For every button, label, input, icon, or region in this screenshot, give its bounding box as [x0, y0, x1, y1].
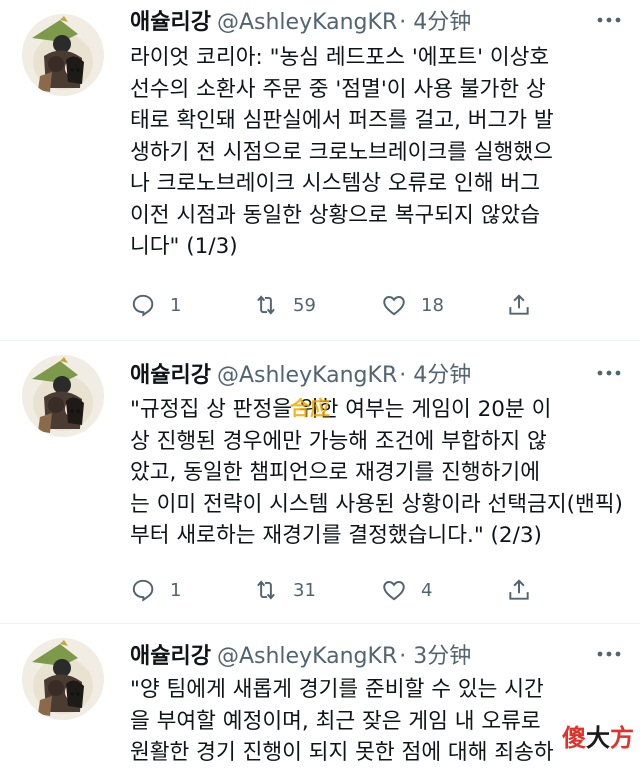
user-handle[interactable]: @AshleyKangKR	[217, 644, 397, 669]
like-button[interactable]: 18	[381, 288, 444, 322]
like-icon	[383, 581, 405, 601]
like-count: 4	[421, 579, 433, 601]
watermark-logo: 傻大方	[562, 718, 634, 753]
reply-icon	[132, 294, 154, 317]
retweet-button[interactable]: 59	[253, 288, 316, 322]
avatar[interactable]	[22, 638, 104, 720]
user-handle[interactable]: @AshleyKangKR	[217, 10, 397, 35]
more-icon[interactable]	[596, 644, 622, 669]
tweet-header: 애슐리강 @AshleyKangKR· 3分钟	[130, 640, 471, 674]
watermark-char: 傻	[562, 723, 586, 752]
tweet-3[interactable]: 애슐리강 @AshleyKangKR· 3分钟 "양 팀에게 새롭게 경기를 준비…	[0, 624, 640, 767]
retweet-count: 31	[293, 579, 316, 601]
reply-count: 1	[170, 579, 182, 601]
like-icon	[383, 296, 405, 316]
like-count: 18	[421, 294, 444, 316]
tweet-text: "규정집 상 판정을 위한 여부는 게임이 20분 이 상 진행된 경우에만 가…	[130, 397, 623, 548]
tweet-header: 애슐리강 @AshleyKangKR· 4分钟	[130, 6, 471, 40]
reply-button[interactable]: 1	[130, 573, 181, 607]
display-name[interactable]: 애슐리강	[130, 363, 211, 388]
timestamp[interactable]: · 3分钟	[399, 644, 471, 669]
reply-icon	[132, 579, 154, 602]
tweet-actions: 1 31 4	[130, 573, 530, 607]
reply-button[interactable]: 1	[130, 288, 181, 322]
tweet-2[interactable]: 애슐리강 @AshleyKangKR· 4分钟 "규정집 상 판정을 위한 여부는…	[0, 341, 640, 623]
retweet-icon	[257, 295, 275, 315]
watermark-char: 方	[610, 723, 634, 752]
tweet-text: "양 팀에게 새롭게 경기를 준비할 수 있는 시간 을 부여할 예정이며, 최…	[130, 677, 554, 765]
share-button[interactable]	[506, 288, 546, 322]
avatar[interactable]	[22, 355, 104, 437]
retweet-icon	[257, 580, 275, 600]
share-button[interactable]	[506, 573, 546, 607]
reply-count: 1	[170, 294, 182, 316]
overlay-mark: 合应	[290, 396, 330, 420]
watermark-char: 大	[586, 723, 610, 752]
like-button[interactable]: 4	[381, 573, 432, 607]
timestamp[interactable]: · 4分钟	[399, 363, 471, 388]
timestamp[interactable]: · 4分钟	[399, 10, 471, 35]
retweet-button[interactable]: 31	[253, 573, 316, 607]
tweet-1[interactable]: 애슐리강 @AshleyKangKR· 4分钟 라이엇 코리아: "농심 레드포스…	[0, 0, 640, 340]
display-name[interactable]: 애슐리강	[130, 10, 211, 35]
share-icon	[509, 579, 529, 600]
avatar[interactable]	[22, 14, 104, 96]
share-icon	[509, 294, 529, 315]
user-handle[interactable]: @AshleyKangKR	[217, 363, 397, 388]
display-name[interactable]: 애슐리강	[130, 644, 211, 669]
tweet-header: 애슐리강 @AshleyKangKR· 4分钟	[130, 359, 471, 393]
more-icon[interactable]	[596, 363, 622, 388]
retweet-count: 59	[293, 294, 316, 316]
tweet-text: 라이엇 코리아: "농심 레드포스 '에포트' 이상호 선수의 소환사 주문 중…	[130, 45, 554, 259]
more-icon[interactable]	[596, 10, 622, 35]
tweet-actions: 1 59 18	[130, 288, 530, 322]
